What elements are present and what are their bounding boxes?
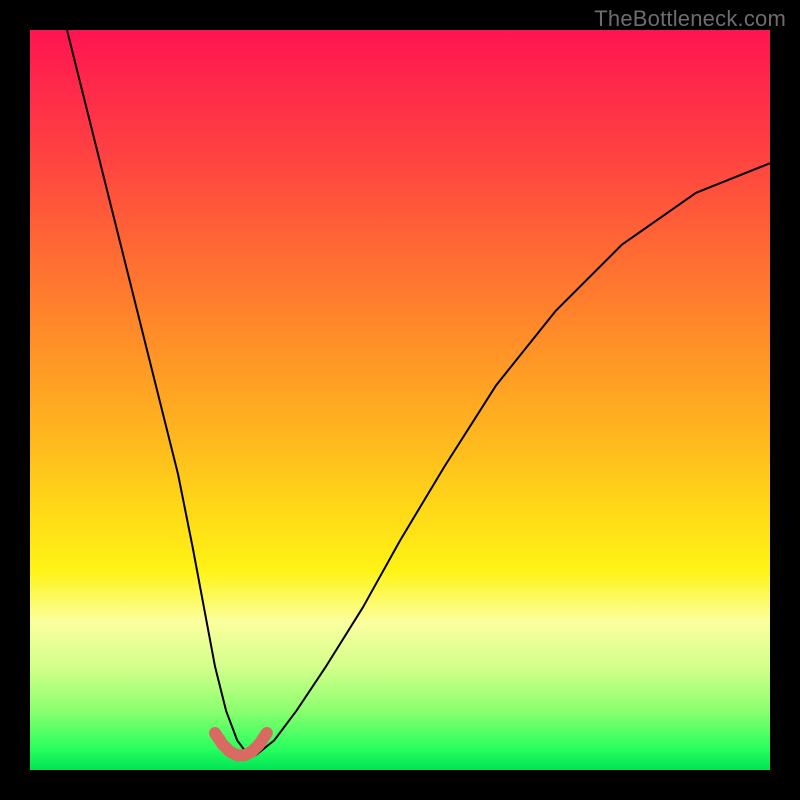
watermark-text: TheBottleneck.com — [594, 6, 786, 32]
chart-frame: TheBottleneck.com — [0, 0, 800, 800]
plot-area — [30, 30, 770, 770]
series-bottleneck-curve — [67, 30, 770, 755]
chart-svg — [30, 30, 770, 770]
